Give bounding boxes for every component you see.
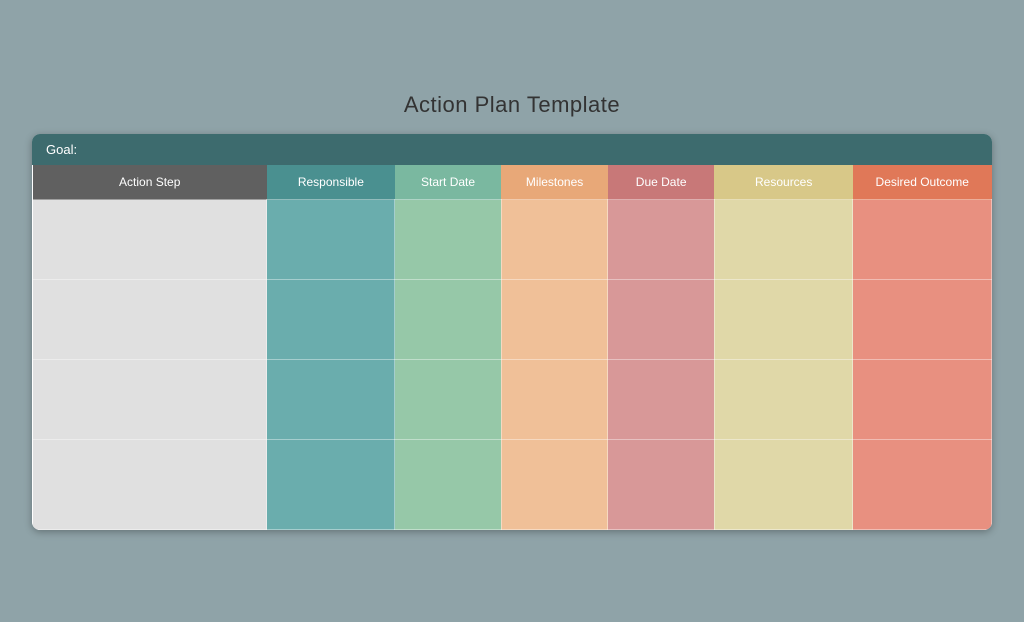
header-resources: Resources: [714, 165, 853, 200]
cell-outcome-4[interactable]: [853, 440, 992, 530]
table-row: [33, 440, 992, 530]
cell-duedate-2[interactable]: [608, 280, 715, 360]
cell-responsible-3[interactable]: [267, 360, 395, 440]
cell-resources-3[interactable]: [714, 360, 853, 440]
cell-resources-4[interactable]: [714, 440, 853, 530]
cell-startdate-3[interactable]: [395, 360, 502, 440]
header-start-date: Start Date: [395, 165, 502, 200]
cell-startdate-1[interactable]: [395, 200, 502, 280]
header-responsible: Responsible: [267, 165, 395, 200]
table-row: [33, 360, 992, 440]
cell-outcome-3[interactable]: [853, 360, 992, 440]
cell-milestones-2[interactable]: [501, 280, 608, 360]
cell-responsible-4[interactable]: [267, 440, 395, 530]
cell-duedate-1[interactable]: [608, 200, 715, 280]
table-row: [33, 200, 992, 280]
cell-startdate-2[interactable]: [395, 280, 502, 360]
cell-action-4[interactable]: [33, 440, 267, 530]
cell-startdate-4[interactable]: [395, 440, 502, 530]
cell-milestones-1[interactable]: [501, 200, 608, 280]
header-action-step: Action Step: [33, 165, 267, 200]
cell-duedate-4[interactable]: [608, 440, 715, 530]
action-table: Action Step Responsible Start Date Miles…: [32, 165, 992, 530]
header-due-date: Due Date: [608, 165, 715, 200]
cell-action-1[interactable]: [33, 200, 267, 280]
cell-action-3[interactable]: [33, 360, 267, 440]
table-container: Goal: Action Step Responsible Start Date…: [32, 134, 992, 530]
table-header-row: Action Step Responsible Start Date Miles…: [33, 165, 992, 200]
cell-duedate-3[interactable]: [608, 360, 715, 440]
cell-responsible-1[interactable]: [267, 200, 395, 280]
page-wrapper: Action Plan Template Goal: Action Step R…: [32, 92, 992, 530]
cell-action-2[interactable]: [33, 280, 267, 360]
cell-responsible-2[interactable]: [267, 280, 395, 360]
cell-resources-2[interactable]: [714, 280, 853, 360]
goal-bar: Goal:: [32, 134, 992, 165]
header-milestones: Milestones: [501, 165, 608, 200]
cell-milestones-4[interactable]: [501, 440, 608, 530]
cell-resources-1[interactable]: [714, 200, 853, 280]
header-desired-outcome: Desired Outcome: [853, 165, 992, 200]
cell-outcome-2[interactable]: [853, 280, 992, 360]
table-row: [33, 280, 992, 360]
cell-milestones-3[interactable]: [501, 360, 608, 440]
goal-label: Goal:: [46, 142, 77, 157]
page-title: Action Plan Template: [404, 92, 620, 118]
cell-outcome-1[interactable]: [853, 200, 992, 280]
